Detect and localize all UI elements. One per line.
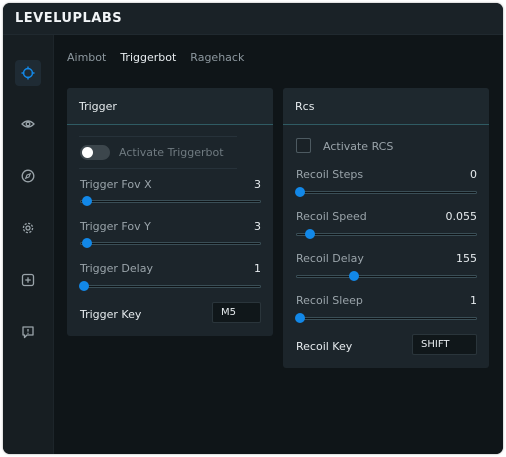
slider-thumb[interactable] [82,238,93,248]
trigger-fov-y-slider[interactable] [80,237,261,249]
gear-icon [22,222,34,234]
recoil-speed-label: Recoil Speed [296,210,367,223]
trigger-fov-x-value: 3 [254,178,261,191]
trigger-delay-value: 1 [254,262,261,275]
app-title: LEVELUPLABS [15,11,123,26]
slider-track [296,191,477,194]
tab-ragehack[interactable]: Ragehack [190,51,244,64]
trigger-panel: Trigger Activate Triggerbot Trigger Fov … [67,88,273,336]
sidebar [3,35,54,454]
sidebar-item-navigation[interactable] [15,163,41,189]
title-bar: LEVELUPLABS [3,3,503,35]
recoil-sleep-label: Recoil Sleep [296,294,363,307]
sidebar-item-add[interactable] [15,267,41,293]
recoil-delay-slider[interactable] [296,270,477,282]
sidebar-item-visuals[interactable] [15,111,41,137]
divider [79,136,237,137]
slider-track [296,317,477,320]
divider [79,168,237,169]
rcs-panel-title: Rcs [295,100,315,113]
sidebar-item-feedback[interactable] [15,319,41,345]
recoil-key-label: Recoil Key [296,340,353,353]
activate-rcs-label: Activate RCS [323,140,394,153]
tab-aimbot[interactable]: Aimbot [67,51,106,64]
toggle-knob [82,147,93,158]
trigger-delay-slider[interactable] [79,280,261,292]
recoil-delay-value: 155 [456,252,477,265]
recoil-steps-slider[interactable] [295,186,477,198]
recoil-speed-value: 0.055 [445,210,478,223]
activate-triggerbot-label: Activate Triggerbot [119,146,224,159]
compass-icon [21,169,35,183]
slider-track [80,242,261,245]
app-window: LEVELUPLABS Aimbot Triggerbot Ragehack T… [3,3,503,454]
rcs-panel: Rcs Activate RCS Recoil Steps 0 Recoil S… [283,88,489,368]
recoil-steps-value: 0 [470,168,477,181]
trigger-fov-y-value: 3 [254,220,261,233]
slider-thumb[interactable] [305,229,316,239]
sidebar-item-aimbot[interactable] [15,60,41,86]
slider-thumb[interactable] [82,196,93,206]
slider-thumb[interactable] [295,187,305,197]
alert-message-icon [22,326,34,339]
recoil-key-input[interactable]: SHIFT [412,334,477,355]
trigger-panel-header: Trigger [67,88,273,125]
slider-thumb[interactable] [348,271,359,281]
slider-track [80,285,261,288]
slider-track [296,275,477,278]
sidebar-item-settings[interactable] [15,215,41,241]
activate-rcs-checkbox[interactable] [296,138,311,153]
slider-track [80,200,261,203]
slider-thumb[interactable] [295,313,305,323]
recoil-sleep-value: 1 [470,294,477,307]
recoil-delay-label: Recoil Delay [296,252,364,265]
trigger-fov-x-slider[interactable] [80,195,261,207]
tab-triggerbot[interactable]: Triggerbot [120,51,176,64]
trigger-fov-y-label: Trigger Fov Y [80,220,151,233]
main-content: Aimbot Triggerbot Ragehack Trigger Activ… [54,35,503,454]
trigger-key-label: Trigger Key [80,308,142,321]
activate-triggerbot-toggle[interactable] [80,145,110,160]
recoil-sleep-slider[interactable] [295,312,477,324]
trigger-key-input[interactable]: M5 [212,302,261,323]
plus-square-icon [21,273,35,287]
rcs-panel-header: Rcs [283,88,489,125]
recoil-speed-slider[interactable] [296,228,477,240]
slider-track [296,233,477,236]
trigger-delay-label: Trigger Delay [80,262,153,275]
recoil-steps-label: Recoil Steps [296,168,364,181]
trigger-fov-x-label: Trigger Fov X [80,178,152,191]
crosshair-icon [21,66,35,80]
eye-icon [21,120,35,128]
tab-bar: Aimbot Triggerbot Ragehack [67,51,244,64]
trigger-panel-title: Trigger [79,100,117,113]
slider-thumb[interactable] [79,281,89,291]
